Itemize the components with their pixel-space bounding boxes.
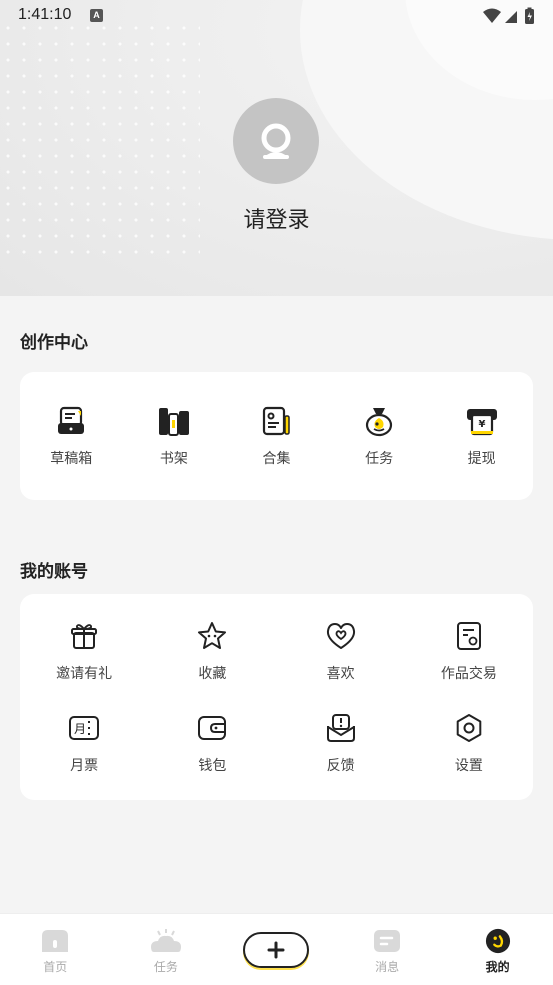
wallet-button[interactable]: 钱包 [148,697,276,789]
creation-center-card: 草稿箱 书架 合集 任务 ¥ 提现 [20,372,533,500]
nav-messages-label: 消息 [375,960,400,974]
bottom-nav: 首页 任务 消息 我的 [0,913,553,985]
settings-icon [452,711,486,745]
likes-label: 喜欢 [326,666,355,682]
creation-center-title: 创作中心 [20,333,88,353]
drafts-button[interactable]: 草稿箱 [20,372,123,500]
nav-home[interactable]: 首页 [0,914,111,985]
drafts-label: 草稿箱 [50,451,93,467]
task-label: 任务 [365,451,394,467]
user-avatar-icon [261,123,291,159]
works-trade-label: 作品交易 [440,666,497,682]
svg-text:月: 月 [74,722,86,736]
heart-icon [324,619,358,653]
avatar[interactable] [233,98,319,184]
plus-icon [267,941,285,959]
bookshelf-label: 书架 [159,451,188,467]
notification-badge: A [90,9,103,22]
trade-icon [452,619,486,653]
bookshelf-button[interactable]: 书架 [123,372,226,500]
withdraw-label: 提现 [467,451,496,467]
collection-button[interactable]: 合集 [225,372,328,500]
likes-button[interactable]: 喜欢 [277,605,405,697]
nav-mine[interactable]: 我的 [442,914,553,985]
my-account-title: 我的账号 [20,562,88,582]
create-button[interactable] [243,932,310,968]
invite-gift-label: 邀请有礼 [56,666,113,682]
nav-home-label: 首页 [43,960,68,974]
login-link[interactable]: 请登录 [0,202,553,234]
nav-messages[interactable]: 消息 [332,914,443,985]
wallet-icon [195,711,229,745]
mine-smiley-icon [485,928,510,954]
task-bag-icon [362,404,396,438]
monthly-ticket-label: 月票 [70,758,99,774]
nav-mine-label: 我的 [485,960,510,974]
nav-create[interactable] [221,914,332,985]
home-icon [42,930,69,952]
status-time: 1:41:10 [18,6,72,23]
task-cloud-icon [150,929,181,952]
task-button[interactable]: 任务 [328,372,431,500]
my-account-card: 邀请有礼 收藏 喜欢 作品交易 月 月票 钱包 反馈 设置 [20,594,533,800]
favorites-label: 收藏 [198,666,227,682]
feedback-icon [324,711,358,745]
collection-label: 合集 [262,451,291,467]
settings-label: 设置 [454,758,483,774]
wallet-label: 钱包 [198,758,227,774]
gift-icon [67,619,101,653]
status-icons [481,7,539,30]
favorites-button[interactable]: 收藏 [148,605,276,697]
invite-gift-button[interactable]: 邀请有礼 [20,605,148,697]
nav-task[interactable]: 任务 [111,914,222,985]
feedback-label: 反馈 [326,758,355,774]
settings-button[interactable]: 设置 [405,697,533,789]
monthly-ticket-button[interactable]: 月 月票 [20,697,148,789]
withdraw-icon: ¥ [465,404,499,438]
star-icon [195,619,229,653]
works-trade-button[interactable]: 作品交易 [405,605,533,697]
withdraw-button[interactable]: ¥ 提现 [430,372,533,500]
wifi-signal-battery-icon [483,7,534,24]
svg-text:¥: ¥ [478,419,485,430]
bookshelf-icon [157,404,191,438]
drafts-icon [54,404,88,438]
message-icon [374,930,401,952]
monthly-ticket-icon: 月 [67,711,101,745]
status-bar: 1:41:10 A [0,0,553,32]
feedback-button[interactable]: 反馈 [277,697,405,789]
collection-icon [259,404,293,438]
nav-task-label: 任务 [153,960,178,974]
